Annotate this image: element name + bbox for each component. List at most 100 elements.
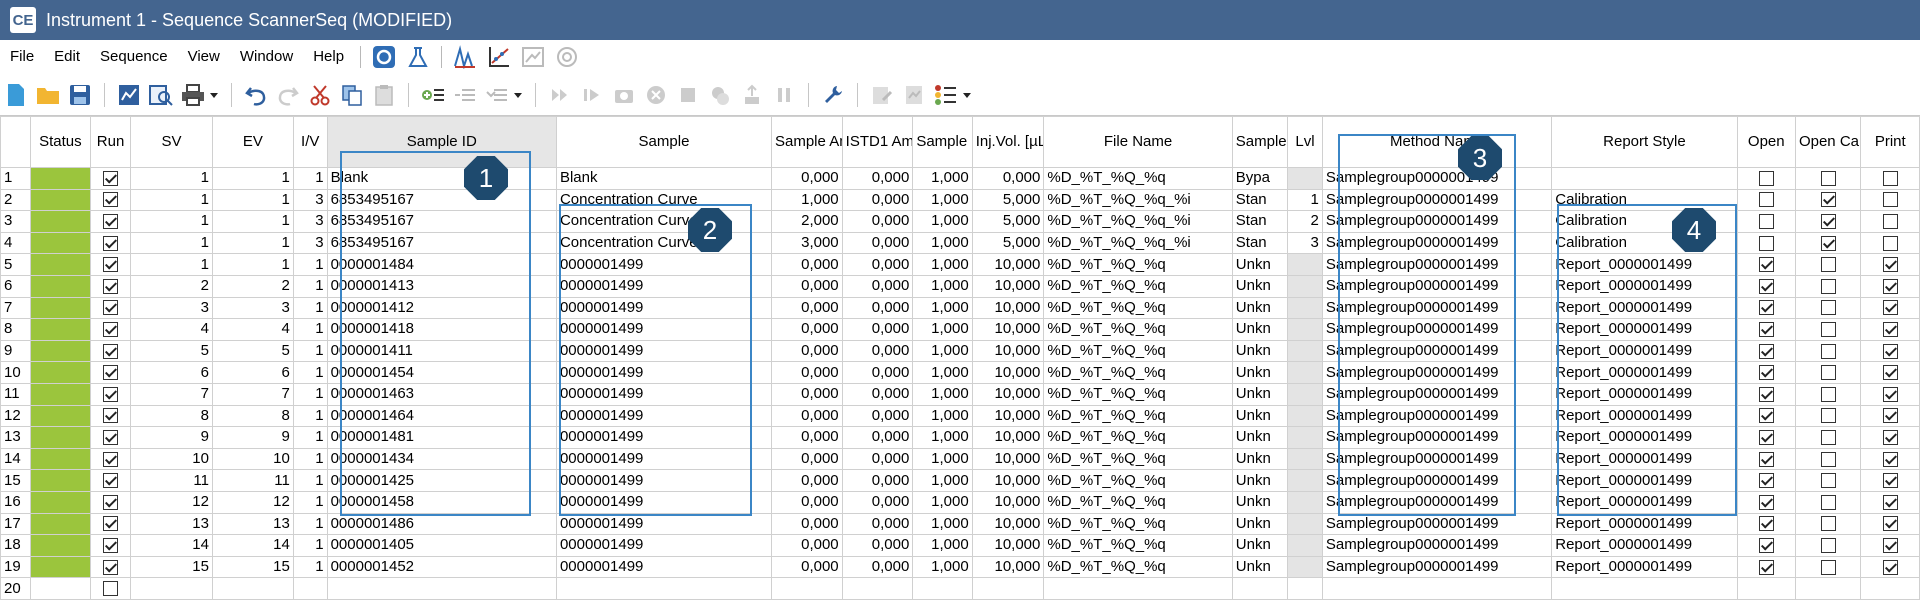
open-calib-checkbox[interactable] (1794, 231, 1862, 255)
column-header-sv[interactable]: SV (130, 116, 213, 168)
column-header-open-calib[interactable]: Open Calib. (1794, 116, 1862, 168)
level-cell[interactable] (1287, 339, 1323, 363)
sample-type-cell[interactable]: Unkn (1231, 404, 1289, 428)
checked-checkbox-icon[interactable] (103, 365, 119, 381)
istd1-amount-cell[interactable]: 0,000 (841, 210, 914, 233)
empty-cell[interactable] (1287, 577, 1323, 600)
sample-cell[interactable]: 0000001499 (555, 361, 773, 384)
run-checkbox[interactable] (90, 210, 132, 233)
sv-cell[interactable]: 11 (130, 469, 213, 492)
level-cell[interactable] (1287, 447, 1323, 471)
row-number-cell[interactable]: 14 (0, 447, 31, 471)
sample-type-cell[interactable]: Unkn (1231, 490, 1289, 514)
table-row[interactable]: 12 8 8 1 0000001464 0000001499 0,000 0,000 1,000… (0, 404, 1920, 428)
checked-checkbox-icon[interactable] (103, 192, 119, 208)
sample-id-cell[interactable]: 0000001484 (326, 253, 557, 276)
method-name-cell[interactable]: Samplegroup0000001499 (1321, 512, 1553, 536)
checked-checkbox-icon[interactable] (1758, 386, 1774, 402)
column-header-level[interactable]: Lvl (1287, 116, 1323, 168)
print-checkbox[interactable] (1860, 512, 1920, 536)
checked-checkbox-icon[interactable] (1882, 559, 1898, 575)
open-calib-checkbox[interactable] (1794, 555, 1862, 579)
sample-type-cell[interactable]: Stan (1231, 188, 1289, 212)
checked-checkbox-icon[interactable] (1882, 516, 1898, 532)
sv-cell[interactable]: 14 (130, 534, 213, 557)
checked-checkbox-icon[interactable] (103, 257, 119, 273)
checked-checkbox-icon[interactable] (103, 494, 119, 510)
sv-cell[interactable]: 7 (130, 382, 213, 406)
row-number-cell[interactable]: 6 (0, 274, 31, 298)
column-header-method-name[interactable]: Method Name (1321, 116, 1553, 168)
run-checkbox[interactable] (90, 426, 132, 449)
checked-checkbox-icon[interactable] (1820, 235, 1836, 251)
ev-cell[interactable]: 6 (211, 361, 294, 384)
report-style-cell[interactable]: Report_0000001499 (1551, 404, 1738, 428)
delete-line-icon[interactable] (452, 82, 478, 108)
level-cell[interactable]: 1 (1287, 188, 1323, 212)
iv-cell[interactable]: 1 (292, 167, 328, 190)
file-name-cell[interactable]: %D_%T_%Q_%q (1043, 555, 1233, 579)
file-name-cell[interactable]: %D_%T_%Q_%q (1043, 404, 1233, 428)
empty-cell[interactable] (1043, 577, 1233, 600)
open-checkbox[interactable] (1736, 382, 1796, 406)
level-cell[interactable] (1287, 534, 1323, 557)
sample-id-cell[interactable]: 0000001418 (326, 318, 557, 341)
column-header-sample[interactable]: Sample (555, 116, 773, 168)
print-icon[interactable] (180, 82, 206, 108)
istd1-amount-cell[interactable]: 0,000 (841, 274, 914, 298)
edit-report-icon[interactable] (869, 82, 895, 108)
print-checkbox[interactable] (1860, 318, 1920, 341)
row-number-cell[interactable]: 9 (0, 339, 31, 363)
checked-checkbox-icon[interactable] (103, 516, 119, 532)
row-number-cell[interactable]: 10 (0, 361, 31, 384)
sv-cell[interactable]: 1 (130, 253, 213, 276)
run-checkbox[interactable] (90, 296, 132, 320)
sample-id-cell[interactable]: 6853495167 (326, 188, 557, 212)
unchecked-checkbox-icon[interactable] (1820, 494, 1836, 510)
checked-checkbox-icon[interactable] (1882, 386, 1898, 402)
sample-amount-cell[interactable]: 0,000 (771, 555, 843, 579)
checked-checkbox-icon[interactable] (103, 408, 119, 424)
iv-cell[interactable]: 1 (292, 253, 328, 276)
column-header-istd1-amount[interactable]: ISTD1 Amount (841, 116, 914, 168)
unchecked-checkbox-icon[interactable] (1820, 408, 1836, 424)
row-number-cell[interactable]: 18 (0, 534, 31, 557)
checked-checkbox-icon[interactable] (103, 473, 119, 489)
injection-volume-cell[interactable]: 10,000 (971, 274, 1045, 298)
ev-cell[interactable]: 8 (211, 404, 294, 428)
open-checkbox[interactable] (1736, 404, 1796, 428)
checked-checkbox-icon[interactable] (1820, 192, 1836, 208)
sample-type-cell[interactable]: Stan (1231, 210, 1289, 233)
level-cell[interactable] (1287, 382, 1323, 406)
fill-down-icon[interactable] (484, 82, 510, 108)
file-name-cell[interactable]: %D_%T_%Q_%q (1043, 490, 1233, 514)
peak-chart-icon[interactable] (452, 44, 478, 70)
checked-checkbox-icon[interactable] (103, 300, 119, 316)
table-row[interactable]: 10 6 6 1 0000001454 0000001499 0,000 0,000 1,000… (0, 361, 1920, 384)
checked-checkbox-icon[interactable] (1758, 257, 1774, 273)
print-preview-icon[interactable] (148, 82, 174, 108)
sample-id-cell[interactable]: 0000001454 (326, 361, 557, 384)
sample-type-cell[interactable]: Unkn (1231, 296, 1289, 320)
injection-volume-cell[interactable]: 0,000 (971, 167, 1045, 190)
sample-cell[interactable]: Concentration Curve (555, 210, 773, 233)
column-header-report-style[interactable]: Report Style (1551, 116, 1738, 168)
unchecked-checkbox-icon[interactable] (1820, 257, 1836, 273)
sv-cell[interactable]: 10 (130, 447, 213, 471)
sample-id-cell[interactable]: 0000001434 (326, 447, 557, 471)
injection-volume-cell[interactable]: 10,000 (971, 534, 1045, 557)
sample-amount-cell[interactable]: 0,000 (771, 274, 843, 298)
checked-checkbox-icon[interactable] (1758, 408, 1774, 424)
sample-cell[interactable]: 0000001499 (555, 318, 773, 341)
fill-dropdown[interactable] (513, 82, 523, 108)
checked-checkbox-icon[interactable] (1882, 300, 1898, 316)
file-name-cell[interactable]: %D_%T_%Q_%q_%i (1043, 231, 1233, 255)
sample-dilution-cell[interactable]: 1,000 (912, 361, 973, 384)
level-cell[interactable] (1287, 253, 1323, 276)
open-calib-checkbox[interactable] (1794, 339, 1862, 363)
report-style-cell[interactable]: Report_0000001499 (1551, 253, 1738, 276)
report-chart-icon[interactable] (520, 44, 546, 70)
print-checkbox[interactable] (1860, 339, 1920, 363)
checked-checkbox-icon[interactable] (1758, 300, 1774, 316)
method-name-cell[interactable]: Samplegroup0000001499 (1321, 534, 1553, 557)
